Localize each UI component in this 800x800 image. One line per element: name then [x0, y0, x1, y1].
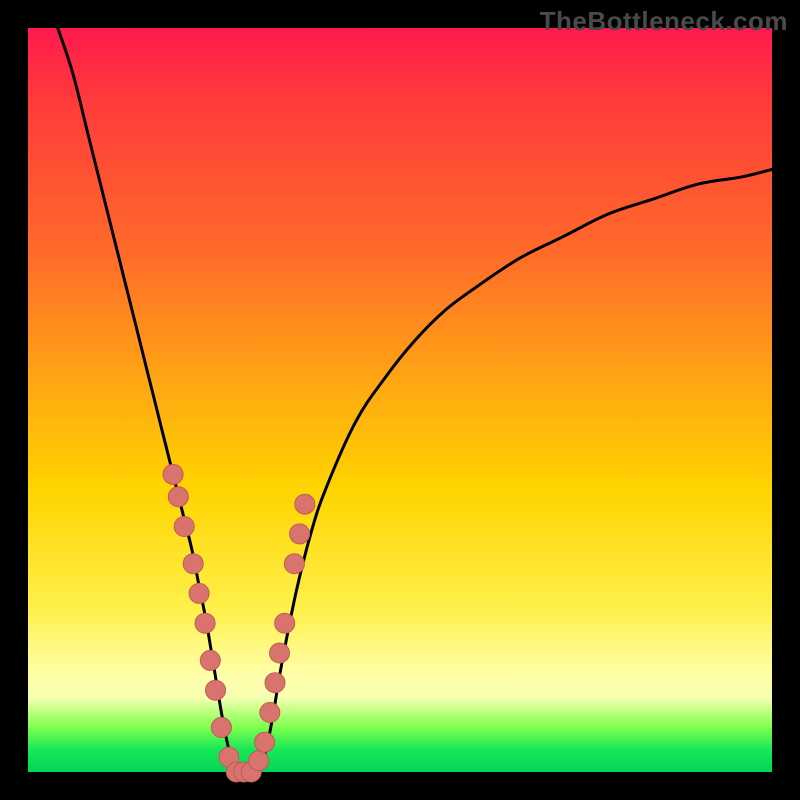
- data-dot: [189, 583, 209, 603]
- data-dot: [249, 751, 269, 771]
- data-dot: [200, 650, 220, 670]
- data-dot: [183, 554, 203, 574]
- watermark-label: TheBottleneck.com: [540, 6, 788, 37]
- data-dot: [168, 487, 188, 507]
- data-dot: [163, 464, 183, 484]
- data-dot: [295, 494, 315, 514]
- data-dot: [275, 613, 295, 633]
- chart-container: TheBottleneck.com: [0, 0, 800, 800]
- data-dot: [265, 673, 285, 693]
- data-dot: [206, 680, 226, 700]
- data-dot: [211, 717, 231, 737]
- data-dot: [174, 517, 194, 537]
- curve-layer: [28, 28, 772, 772]
- bottleneck-curve: [58, 28, 772, 774]
- data-dot: [255, 732, 275, 752]
- data-dot: [290, 524, 310, 544]
- data-dot: [270, 643, 290, 663]
- data-dots: [163, 464, 315, 782]
- data-dot: [195, 613, 215, 633]
- data-dot: [284, 554, 304, 574]
- data-dot: [260, 703, 280, 723]
- plot-area: [28, 28, 772, 772]
